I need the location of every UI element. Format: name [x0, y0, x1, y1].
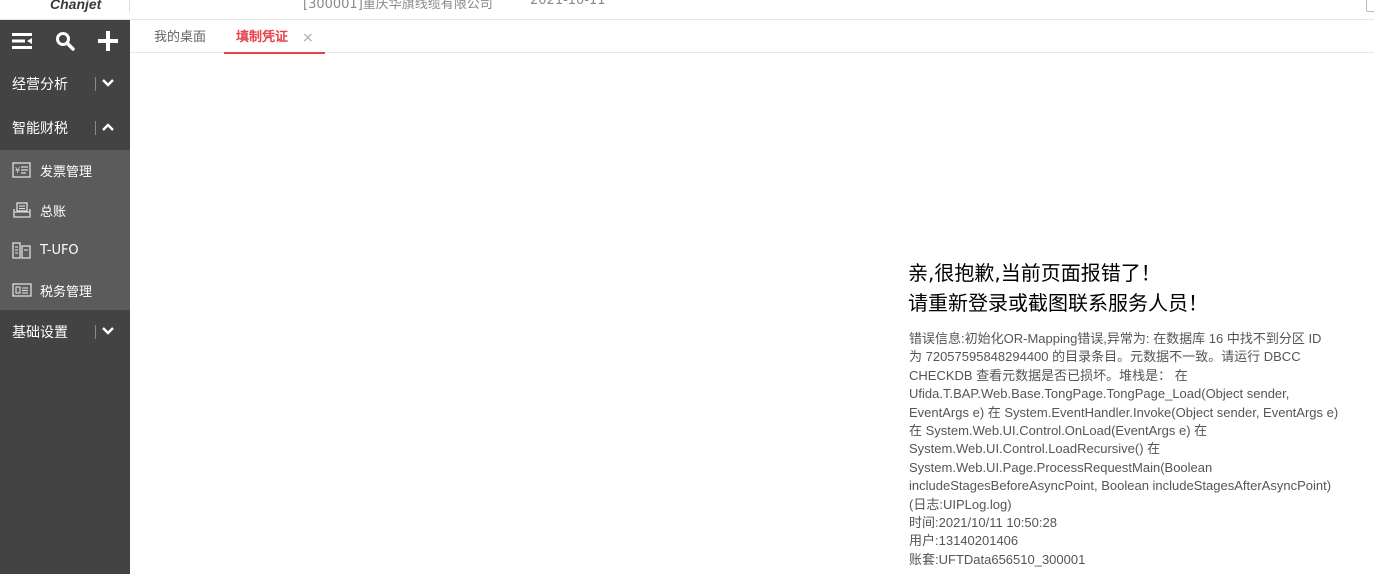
sidebar-item-invoice[interactable]: ¥ 发票管理 [0, 150, 130, 190]
login-date[interactable]: 2021-10-11 [530, 0, 606, 8]
error-detail-line: EventArgs e) 在 System.EventHandler.Invok… [909, 404, 1339, 420]
menu-divider [95, 121, 96, 135]
chanjet-logo: Chanjet [50, 0, 102, 12]
menu-divider [95, 77, 96, 91]
report-icon [12, 241, 32, 259]
tab-bar: 我的桌面 填制凭证 × [130, 20, 1374, 56]
chevron-down-icon [102, 327, 114, 335]
smart-tax-submenu: ¥ 发票管理 总账 T-UFO 税务管理 [0, 150, 130, 310]
error-detail-line: System.Web.UI.Control.LoadRecursive() 在 [909, 441, 1161, 457]
menu-group-smart-tax[interactable]: 智能财税 [0, 106, 130, 150]
tab-label: 填制凭证 [236, 30, 289, 45]
error-detail-line: Ufida.T.BAP.Web.Base.TongPage.TongPage_L… [909, 386, 1290, 402]
error-detail: 错误信息:初始化OR-Mapping错误,异常为: 在数据库 16 中找不到分区… [909, 330, 1369, 569]
sidebar-item-t-ufo[interactable]: T-UFO [0, 230, 130, 270]
svg-text:¥: ¥ [15, 166, 20, 175]
menu-divider [95, 325, 96, 339]
error-detail-line: 错误信息:初始化OR-Mapping错误,异常为: 在数据库 16 中找不到分区… [909, 331, 1322, 346]
tab-fill-voucher[interactable]: 填制凭证 × [224, 20, 325, 56]
error-detail-line: CHECKDB 查看元数据是否已损坏。堆栈是： 在 [909, 367, 1188, 383]
ledger-icon [12, 201, 32, 219]
search-icon[interactable] [53, 29, 77, 53]
menu-group-label: 基础设置 [12, 325, 68, 341]
company-name[interactable]: [300001]重庆华旗线缆有限公司 [303, 0, 493, 12]
menu-group-label: 经营分析 [12, 77, 68, 93]
sidebar-item-label: 总账 [40, 204, 67, 220]
sidebar-item-label: 税务管理 [40, 284, 93, 300]
sidebar-item-label: T-UFO [40, 242, 79, 258]
chevron-down-icon [102, 79, 114, 87]
sidebar: 经营分析 智能财税 ¥ 发票管理 总账 T-UFO 税务管理 基础设置 [0, 20, 130, 574]
menu-group-business-analysis[interactable]: 经营分析 [0, 62, 130, 106]
error-title: 亲,很抱歉,当前页面报错了！ 请重新登录或截图联系服务人员！ [908, 258, 1208, 318]
error-title-line1: 亲,很抱歉,当前页面报错了！ [908, 261, 1161, 285]
error-detail-line: (日志:UIPLog.log) [909, 496, 1012, 512]
tab-my-desktop[interactable]: 我的桌面 [154, 20, 206, 53]
plus-icon[interactable] [96, 29, 120, 53]
header-divider [129, 0, 130, 12]
chevron-up-icon [102, 123, 114, 131]
menu-group-label: 智能财税 [12, 121, 68, 137]
menu-toggle-icon[interactable] [10, 29, 34, 53]
sidebar-item-tax-management[interactable]: 税务管理 [0, 270, 130, 310]
error-account: 账套:UFTData656510_300001 [909, 551, 1086, 567]
active-tab-indicator [224, 52, 325, 54]
sidebar-toolbar [0, 20, 130, 62]
tax-icon [12, 281, 32, 299]
header-right-control[interactable] [1366, 0, 1374, 12]
error-detail-line: System.Web.UI.Page.ProcessRequestMain(Bo… [909, 459, 1213, 475]
close-icon[interactable]: × [302, 20, 314, 56]
error-title-line2: 请重新登录或截图联系服务人员！ [908, 291, 1208, 315]
menu-group-basic-settings[interactable]: 基础设置 [0, 310, 130, 354]
error-detail-line: 在 System.Web.UI.Control.OnLoad(EventArgs… [909, 423, 1208, 439]
error-time: 时间:2021/10/11 10:50:28 [909, 515, 1057, 531]
error-detail-line: includeStagesBeforeAsyncPoint, Boolean i… [909, 478, 1332, 494]
sidebar-item-label: 发票管理 [40, 164, 93, 180]
invoice-icon: ¥ [12, 161, 32, 179]
top-header: Chanjet [300001]重庆华旗线缆有限公司 2021-10-11 [0, 0, 1374, 20]
error-user: 用户:13140201406 [909, 533, 1019, 549]
error-detail-line: 为 72057595848294400 的目录条目。元数据不一致。请运行 DBC… [909, 349, 1301, 365]
sidebar-item-ledger[interactable]: 总账 [0, 190, 130, 230]
